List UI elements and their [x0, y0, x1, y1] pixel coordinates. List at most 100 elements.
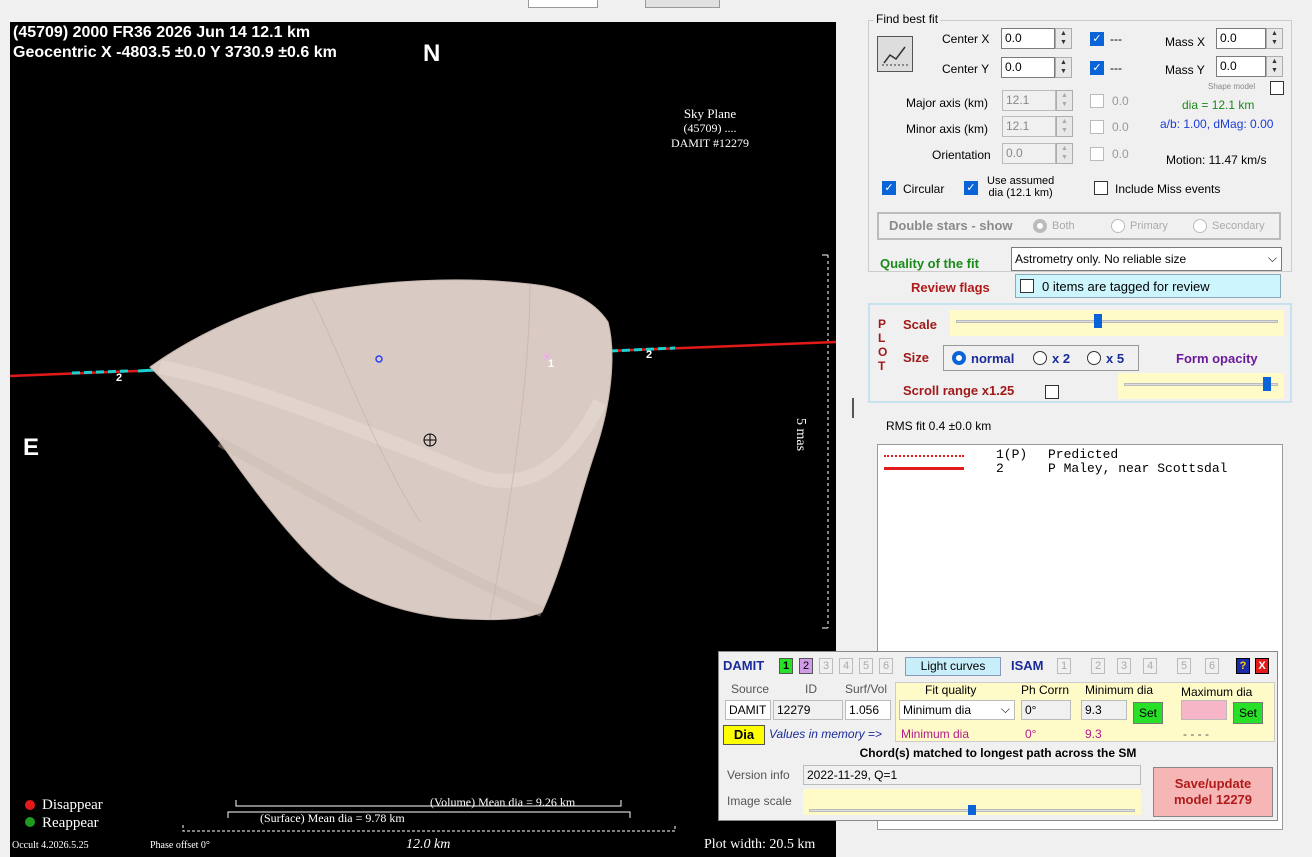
center-y-spinner[interactable]: ▲ ▼ [1055, 57, 1072, 78]
damit-model-1[interactable]: 1 [779, 658, 793, 674]
size-x5-label: x 5 [1106, 351, 1125, 366]
fit-chart-icon [882, 46, 908, 66]
isam-model-2[interactable]: 2 [1091, 658, 1105, 674]
center-y-dash: --- [1110, 61, 1122, 75]
damit-model-6[interactable]: 6 [879, 658, 893, 674]
ds-both-radio[interactable] [1033, 219, 1047, 233]
chord-label-predicted: 1 [548, 358, 555, 370]
shape-model-checkbox[interactable] [1270, 81, 1284, 95]
isam-model-5[interactable]: 5 [1177, 658, 1191, 674]
source-field[interactable]: DAMIT [725, 700, 771, 720]
chevron-down-icon: ⌵ [1000, 702, 1010, 716]
light-curves-button[interactable]: Light curves [905, 657, 1001, 676]
center-y-checkbox[interactable]: ✓ [1090, 61, 1104, 75]
min-dia-field[interactable]: 9.3 [1081, 700, 1127, 720]
damit-model-3[interactable]: 3 [819, 658, 833, 674]
plot-side-L: L [878, 331, 886, 345]
save-update-line1: Save/update [1174, 776, 1252, 791]
mass-y-spinner[interactable]: ▲ ▼ [1266, 56, 1283, 77]
save-update-button[interactable]: Save/update model 12279 [1153, 767, 1273, 817]
circular-checkbox[interactable]: ✓ [882, 181, 896, 195]
image-scale-thumb[interactable] [968, 805, 976, 815]
orientation-spinner[interactable]: ▲ ▼ [1056, 143, 1073, 164]
header-id: ID [805, 682, 817, 696]
center-x-checkbox[interactable]: ✓ [1090, 32, 1104, 46]
version-label: Occult 4.2026.5.25 [12, 840, 89, 851]
fit-button[interactable] [877, 36, 913, 72]
plot-settings-group: P L O T Scale Size normal x 2 x 5 Form o… [868, 303, 1292, 403]
major-axis-input[interactable]: 12.1 [1002, 90, 1056, 111]
ab-dmag-text: a/b: 1.00, dMag: 0.00 [1160, 117, 1274, 131]
scale-mas-label: 5 mas [793, 418, 808, 452]
damit-model-4[interactable]: 4 [839, 658, 853, 674]
surface-mean-dia: (Surface) Mean dia = 9.78 km [260, 811, 405, 825]
opacity-slider[interactable] [1118, 373, 1284, 399]
orientation-checkbox[interactable] [1090, 147, 1104, 161]
plot-side-O: O [878, 345, 888, 359]
mass-y-input[interactable]: 0.0 [1216, 56, 1266, 77]
size-x2-radio[interactable] [1033, 351, 1047, 365]
center-x-spinner[interactable]: ▲ ▼ [1055, 28, 1072, 49]
splitter-handle[interactable] [852, 398, 854, 418]
close-button[interactable]: X [1255, 658, 1269, 674]
isam-model-4[interactable]: 4 [1143, 658, 1157, 674]
damit-model-2[interactable]: 2 [799, 658, 813, 674]
size-x5-radio[interactable] [1087, 351, 1101, 365]
use-assumed-checkbox[interactable]: ✓ [964, 181, 978, 195]
scroll-range-checkbox[interactable] [1045, 385, 1059, 399]
fit-quality-select[interactable]: Minimum dia ⌵ [899, 700, 1015, 720]
dia-button[interactable]: Dia [723, 725, 765, 745]
minor-axis-checkbox[interactable] [1090, 120, 1104, 134]
circular-label: Circular [903, 182, 945, 196]
header-min-dia: Minimum dia [1085, 683, 1154, 697]
scale-slider-thumb[interactable] [1094, 314, 1103, 328]
image-scale-slider[interactable] [803, 789, 1141, 815]
quality-select[interactable]: Astrometry only. No reliable size ⌵ [1011, 247, 1282, 271]
km-scale-label: 12.0 km [406, 837, 451, 852]
ph-corrn-field[interactable]: 0° [1021, 700, 1071, 720]
major-axis-checkbox[interactable] [1090, 94, 1104, 108]
scale-slider[interactable] [950, 310, 1284, 336]
opacity-slider-thumb[interactable] [1262, 377, 1271, 391]
toolbar-button-1[interactable] [528, 0, 598, 8]
max-dia-field[interactable] [1181, 700, 1227, 720]
mass-x-spinner[interactable]: ▲ ▼ [1266, 28, 1283, 49]
occultation-plot[interactable]: (45709) 2000 FR36 2026 Jun 14 12.1 km Ge… [10, 22, 836, 857]
ds-secondary-radio[interactable] [1193, 219, 1207, 233]
include-miss-checkbox[interactable] [1094, 181, 1108, 195]
review-flags-box[interactable]: 0 items are tagged for review [1015, 274, 1281, 298]
mem-min-dia: 9.3 [1085, 727, 1102, 741]
isam-model-3[interactable]: 3 [1117, 658, 1131, 674]
disappear-dot [25, 800, 35, 810]
set-min-button[interactable]: Set [1133, 702, 1163, 724]
ds-secondary-label: Secondary [1212, 220, 1265, 232]
chord-row-1-name: Predicted [1048, 447, 1119, 462]
minor-axis-input[interactable]: 12.1 [1002, 116, 1056, 137]
id-field[interactable]: 12279 [773, 700, 843, 720]
size-normal-radio[interactable] [952, 351, 966, 365]
set-max-button[interactable]: Set [1233, 702, 1263, 724]
major-axis-spinner[interactable]: ▲ ▼ [1056, 90, 1073, 111]
damit-model-5[interactable]: 5 [859, 658, 873, 674]
header-surf-vol: Surf/Vol [845, 682, 888, 696]
dia-text: dia = 12.1 km [1182, 98, 1255, 112]
header-max-dia: Maximum dia [1181, 685, 1253, 699]
use-assumed-line1: Use assumed [987, 175, 1055, 187]
minor-axis-spinner[interactable]: ▲ ▼ [1056, 116, 1073, 137]
orientation-input[interactable]: 0.0 [1002, 143, 1056, 164]
mass-y-label: Mass Y [1165, 63, 1205, 77]
mass-x-input[interactable]: 0.0 [1216, 28, 1266, 49]
review-flags-label: Review flags [911, 280, 990, 295]
isam-model-6[interactable]: 6 [1205, 658, 1219, 674]
phase-offset-label: Phase offset 0° [150, 840, 210, 851]
version-info-field[interactable]: 2022-11-29, Q=1 [803, 765, 1141, 785]
surf-vol-field[interactable]: 1.056 [845, 700, 891, 720]
center-y-input[interactable]: 0.0 [1001, 57, 1055, 78]
toolbar-button-2[interactable] [645, 0, 720, 8]
isam-model-1[interactable]: 1 [1057, 658, 1071, 674]
ds-primary-radio[interactable] [1111, 219, 1125, 233]
mass-x-label: Mass X [1165, 35, 1206, 49]
review-flags-checkbox[interactable] [1020, 279, 1034, 293]
help-button[interactable]: ? [1236, 658, 1250, 674]
center-x-input[interactable]: 0.0 [1001, 28, 1055, 49]
